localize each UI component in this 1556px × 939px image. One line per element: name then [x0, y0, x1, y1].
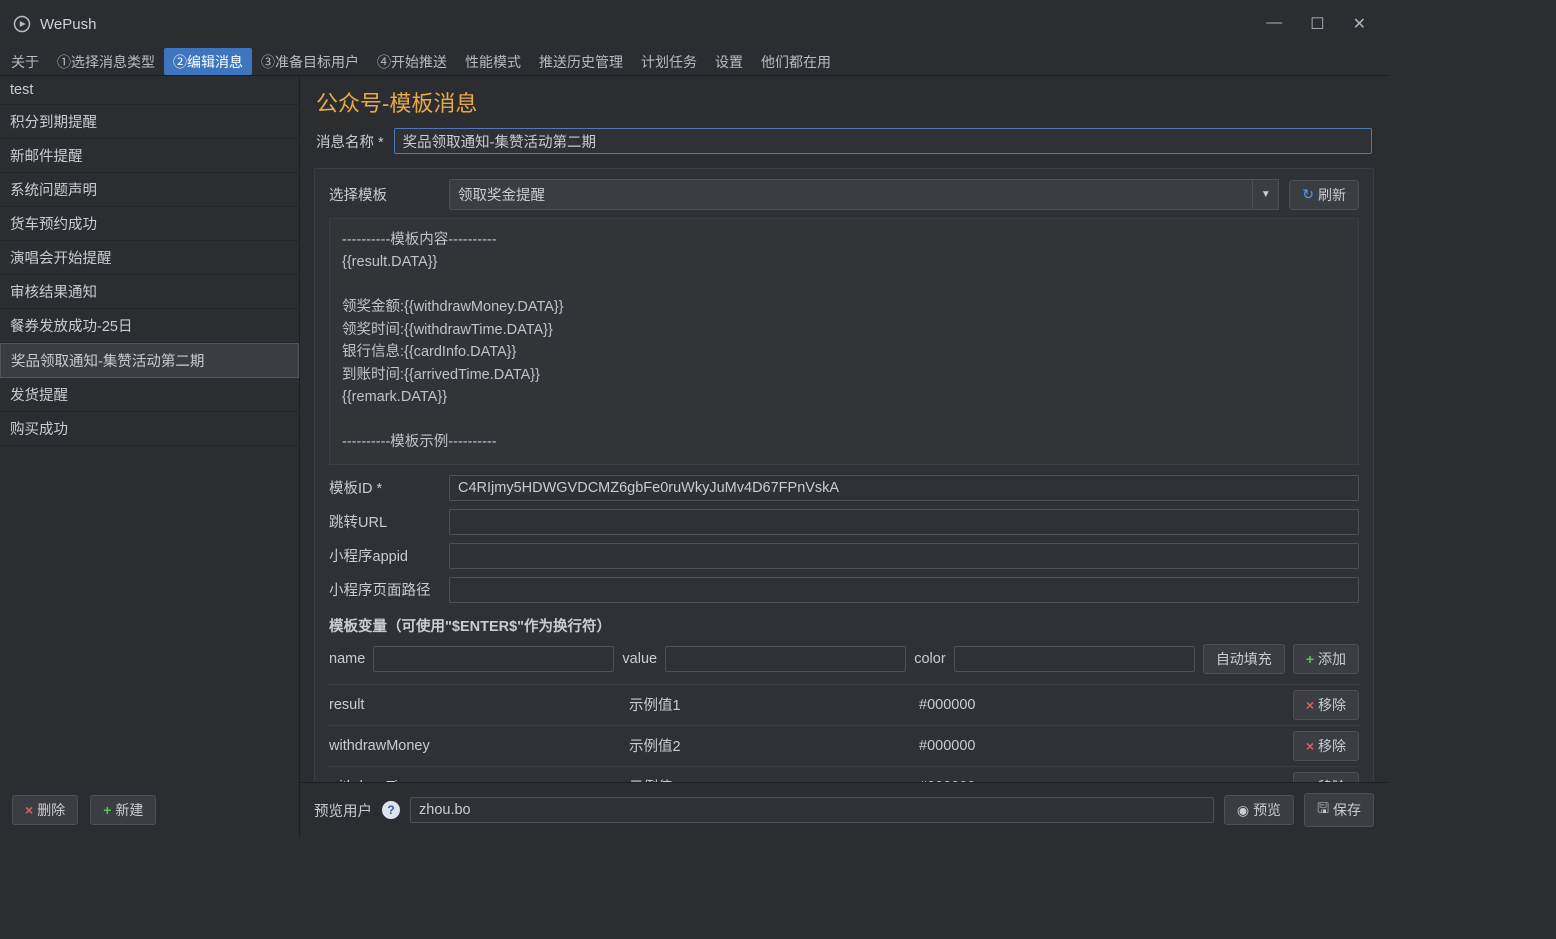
var-row: result示例值1#000000 × 移除: [329, 684, 1359, 725]
tab-2[interactable]: ②编辑消息: [164, 48, 252, 75]
var-name-input[interactable]: [373, 646, 614, 672]
remove-label: 移除: [1318, 736, 1346, 756]
sidebar-item-2[interactable]: 新邮件提醒: [0, 139, 299, 173]
jump-url-input[interactable]: [449, 509, 1359, 535]
var-name: result: [329, 697, 629, 713]
preview-user-label: 预览用户: [314, 800, 372, 821]
vars-section-label: 模板变量（可使用"$ENTER$"作为换行符）: [329, 615, 1359, 636]
tab-3[interactable]: ③准备目标用户: [252, 48, 368, 75]
name-label: 消息名称 *: [316, 131, 384, 152]
tab-5[interactable]: 性能模式: [456, 48, 530, 75]
bottom-bar: 预览用户 ? ◉ 预览 🖫 保存: [300, 782, 1388, 837]
tab-9[interactable]: 他们都在用: [752, 48, 840, 75]
template-content: ----------模板内容---------- {{result.DATA}}…: [329, 218, 1359, 465]
remove-var-button[interactable]: × 移除: [1293, 772, 1359, 782]
var-value-input[interactable]: [665, 646, 906, 672]
template-select-value: 领取奖金提醒: [458, 188, 545, 204]
template-select[interactable]: 领取奖金提醒: [449, 179, 1253, 210]
sidebar-item-9[interactable]: 发货提醒: [0, 378, 299, 412]
var-value: 示例值2: [629, 735, 919, 756]
refresh-icon: ↻: [1302, 186, 1314, 203]
save-button[interactable]: 🖫 保存: [1304, 793, 1374, 827]
remove-var-button[interactable]: × 移除: [1293, 731, 1359, 761]
add-var-button[interactable]: + 添加: [1293, 644, 1359, 674]
preview-user-input[interactable]: [410, 797, 1214, 823]
eye-icon: ◉: [1237, 802, 1249, 819]
var-color-input[interactable]: [954, 646, 1195, 672]
var-color-label: color: [914, 651, 945, 667]
var-name: withdrawMoney: [329, 738, 629, 754]
titlebar: WePush — ☐ ✕: [0, 0, 1388, 48]
sidebar-item-8[interactable]: 奖品领取通知-集赞活动第二期: [0, 343, 299, 378]
plus-icon: +: [103, 802, 111, 818]
select-template-label: 选择模板: [329, 184, 439, 205]
autofill-button[interactable]: 自动填充: [1203, 644, 1285, 674]
sidebar-item-7[interactable]: 餐券发放成功-25日: [0, 309, 299, 343]
refresh-button[interactable]: ↻ 刷新: [1289, 180, 1359, 210]
miniapp-id-label: 小程序appid: [329, 545, 439, 566]
sidebar: test积分到期提醒新邮件提醒系统问题声明货车预约成功演唱会开始提醒审核结果通知…: [0, 76, 300, 837]
template-id-label: 模板ID *: [329, 477, 439, 498]
add-label: 添加: [1318, 649, 1346, 669]
var-value: 示例值1: [629, 694, 919, 715]
minimize-icon[interactable]: —: [1266, 14, 1282, 34]
app-icon: [12, 14, 32, 34]
sidebar-item-1[interactable]: 积分到期提醒: [0, 105, 299, 139]
tab-4[interactable]: ④开始推送: [368, 48, 456, 75]
sidebar-item-5[interactable]: 演唱会开始提醒: [0, 241, 299, 275]
x-icon: ×: [1306, 697, 1314, 713]
sidebar-item-3[interactable]: 系统问题声明: [0, 173, 299, 207]
new-label: 新建: [115, 800, 143, 820]
page-title: 公众号-模板消息: [316, 86, 1372, 118]
chevron-down-icon[interactable]: ▼: [1253, 179, 1279, 210]
preview-button[interactable]: ◉ 预览: [1224, 795, 1294, 825]
x-icon: ×: [1306, 738, 1314, 754]
delete-button[interactable]: × 删除: [12, 795, 78, 825]
miniapp-path-input[interactable]: [449, 577, 1359, 603]
save-icon: 🖫: [1317, 798, 1329, 822]
x-icon: ×: [25, 802, 33, 818]
maximize-icon[interactable]: ☐: [1310, 14, 1324, 34]
var-color: #000000: [919, 697, 1249, 713]
remove-label: 移除: [1318, 695, 1346, 715]
var-row: withdrawMoney示例值2#000000 × 移除: [329, 725, 1359, 766]
message-name-input[interactable]: [394, 128, 1372, 154]
delete-label: 删除: [37, 800, 65, 820]
sidebar-item-0[interactable]: test: [0, 76, 299, 105]
refresh-label: 刷新: [1318, 185, 1346, 205]
var-table: result示例值1#000000× 移除withdrawMoney示例值2#0…: [329, 684, 1359, 782]
miniapp-path-label: 小程序页面路径: [329, 579, 439, 600]
tabbar: 关于①选择消息类型②编辑消息③准备目标用户④开始推送性能模式推送历史管理计划任务…: [0, 48, 1388, 76]
var-color: #000000: [919, 738, 1249, 754]
autofill-label: 自动填充: [1216, 649, 1272, 669]
help-icon[interactable]: ?: [382, 801, 400, 819]
preview-label: 预览: [1253, 800, 1281, 820]
jump-url-label: 跳转URL: [329, 511, 439, 532]
plus-icon: +: [1306, 651, 1314, 667]
sidebar-list: test积分到期提醒新邮件提醒系统问题声明货车预约成功演唱会开始提醒审核结果通知…: [0, 76, 299, 783]
var-row: withdrawTime示例值3#000000× 移除: [329, 766, 1359, 782]
tab-0[interactable]: 关于: [2, 48, 48, 75]
tab-6[interactable]: 推送历史管理: [530, 48, 632, 75]
var-name-label: name: [329, 651, 365, 667]
tab-8[interactable]: 设置: [706, 48, 752, 75]
tab-1[interactable]: ①选择消息类型: [48, 48, 164, 75]
content: 公众号-模板消息 消息名称 * 选择模板 领取奖金提醒 ▼ ↻: [300, 76, 1388, 837]
sidebar-item-10[interactable]: 购买成功: [0, 412, 299, 446]
miniapp-id-input[interactable]: [449, 543, 1359, 569]
save-label: 保存: [1333, 800, 1361, 820]
app-title: WePush: [40, 16, 1266, 33]
new-button[interactable]: + 新建: [90, 795, 156, 825]
tab-7[interactable]: 计划任务: [632, 48, 706, 75]
remove-var-button[interactable]: × 移除: [1293, 690, 1359, 720]
var-value-label: value: [622, 651, 657, 667]
sidebar-item-4[interactable]: 货车预约成功: [0, 207, 299, 241]
template-id-input[interactable]: [449, 475, 1359, 501]
close-icon[interactable]: ✕: [1353, 14, 1366, 34]
sidebar-item-6[interactable]: 审核结果通知: [0, 275, 299, 309]
